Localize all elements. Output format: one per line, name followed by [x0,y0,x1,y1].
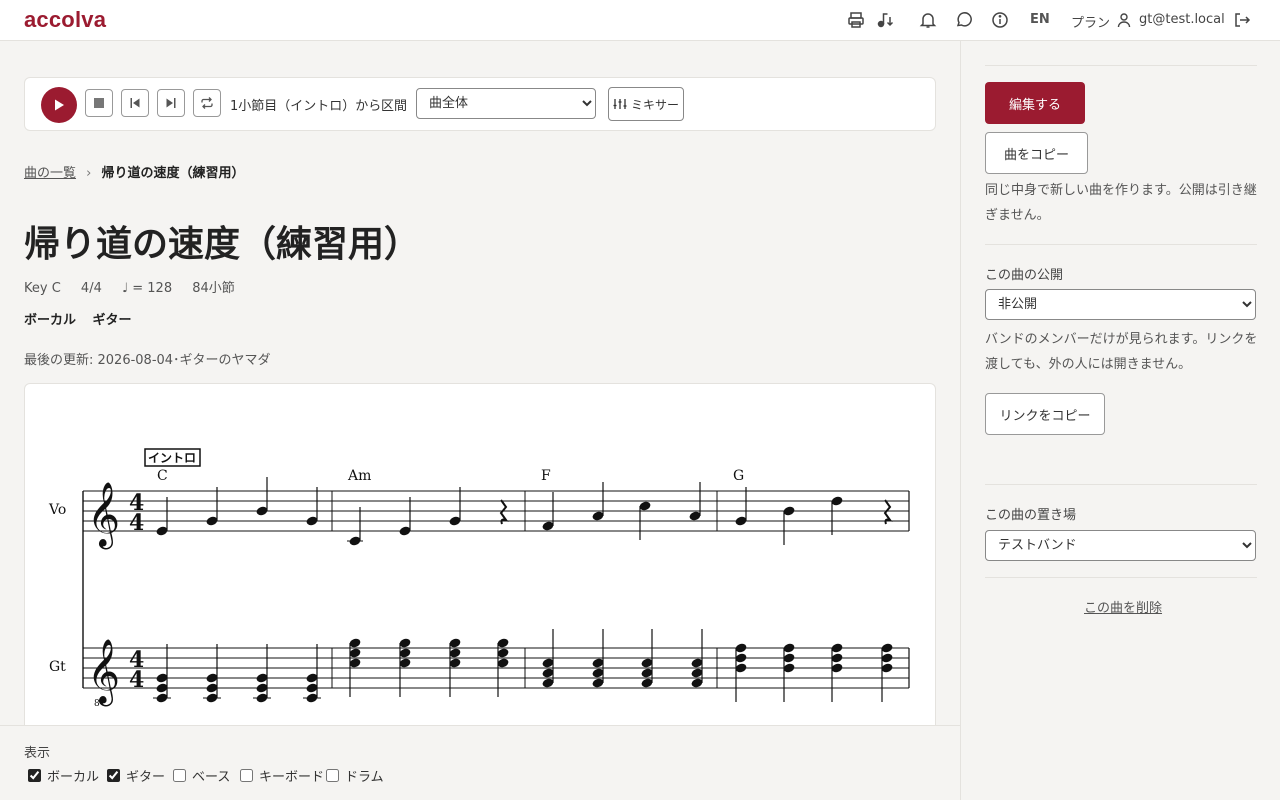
view-options-title: 表示 [24,746,51,761]
repeat-icon [201,97,213,109]
staff-label-guitar: Gt [49,659,66,675]
show-drums-toggle[interactable]: ドラム [326,766,384,785]
publish-select[interactable]: 非公開 [985,289,1256,320]
show-vocal-checkbox[interactable] [28,769,41,782]
user-icon [1116,9,1132,31]
show-vocal-toggle[interactable]: ボーカル [28,766,99,785]
part-item: ギター [92,313,132,328]
transport-bar: 1小節目（イントロ）から 区間 曲全体 ミキサー [24,77,936,131]
song-measures: 84小節 [192,281,235,296]
breadcrumb-separator: › [86,166,92,181]
show-keyboard-checkbox[interactable] [240,769,253,782]
show-bass-checkbox[interactable] [173,769,186,782]
chord-symbol: G [733,468,744,484]
treble-clef: 𝄞 [87,639,120,706]
show-vocal-label: ボーカル [47,770,100,785]
stop-button[interactable] [85,89,113,117]
last-updated: 最後の更新: 2026-08-04･ギターのヤマダ [24,353,271,368]
logo[interactable]: accolva [24,7,106,33]
info-icon[interactable] [989,9,1011,31]
loop-button[interactable] [193,89,221,117]
treble-clef: 𝄞 [87,482,120,549]
show-keyboard-label: キーボード [259,770,325,785]
place-label: この曲の置き場 [985,508,1077,523]
mixer-label: ミキサー [630,97,679,112]
range-select[interactable]: 曲全体 [416,88,596,119]
place-select[interactable]: テストバンド [985,530,1256,561]
logout-icon[interactable] [1231,9,1253,31]
show-guitar-checkbox[interactable] [107,769,120,782]
language-switch[interactable]: EN [1030,12,1050,27]
song-time-signature: 4/4 [80,281,102,296]
view-options-panel: 表示 ボーカル ギター ベース キーボード ドラム [0,725,960,800]
song-key: Key C [24,281,61,296]
print-icon[interactable] [845,9,867,31]
octave-mark: 8 [94,699,100,709]
main-content: 1小節目（イントロ）から 区間 曲全体 ミキサー 曲の一覧 › 帰り道の速度（練… [0,41,960,800]
divider [985,244,1257,245]
divider [985,484,1257,485]
start-position-label: 1小節目（イントロ）から [230,99,382,114]
show-keyboard-toggle[interactable]: キーボード [240,766,324,785]
play-button[interactable] [41,87,77,123]
user-email[interactable]: gt@test.local [1139,12,1225,27]
chord-symbol: C [157,468,168,484]
skip-back-icon [130,98,140,108]
publish-label: この曲の公開 [985,268,1064,283]
bell-icon[interactable] [917,9,939,31]
song-meta: Key C 4/4 ♩ = 128 84小節 [24,277,251,296]
sliders-icon [613,99,627,109]
divider [985,65,1257,66]
divider [985,577,1257,578]
rehearsal-mark: イントロ [148,451,196,465]
tuner-icon[interactable] [875,9,897,31]
song-tempo: ♩ = 128 [121,281,173,296]
breadcrumb: 曲の一覧 › 帰り道の速度（練習用） [24,162,245,181]
part-item: ボーカル [24,313,77,328]
play-icon [55,99,64,111]
score-notation: イントロ C Am F G Vo Gt 𝄞 44𝄞 448 [48,448,910,709]
show-guitar-toggle[interactable]: ギター [107,766,165,785]
plan-link[interactable]: プラン [1071,12,1110,31]
breadcrumb-current: 帰り道の速度（練習用） [101,166,245,181]
chord-symbol: F [541,468,551,484]
quarter-rest [883,499,893,525]
staff-label-vocal: Vo [48,502,66,518]
mixer-button[interactable]: ミキサー [608,87,684,121]
show-bass-label: ベース [192,770,231,785]
edit-button[interactable]: 編集する [985,82,1085,124]
staff-lines: 𝄞 44𝄞 448 [82,482,910,709]
chat-icon[interactable] [953,9,975,31]
show-drums-label: ドラム [345,770,384,785]
breadcrumb-song-list[interactable]: 曲の一覧 [24,166,76,181]
range-label: 区間 [381,99,408,114]
copy-song-button[interactable]: 曲をコピー [985,132,1088,174]
show-drums-checkbox[interactable] [326,769,339,782]
time-signature-bottom: 4 [129,510,144,536]
publish-note: バンドのメンバーだけが見られます。リンクを渡しても、外の人には開きません。 [985,332,1258,372]
score-panel: イントロ C Am F G Vo Gt 𝄞 4 4 𝄞 4 4 8 [24,383,936,743]
stop-icon [94,98,104,108]
page-title: 帰り道の速度（練習用） [24,223,421,265]
delete-song-link[interactable]: この曲を削除 [1084,597,1162,616]
copy-link-button[interactable]: リンクをコピー [985,393,1105,435]
show-guitar-label: ギター [126,770,166,785]
quarter-rest [499,499,509,525]
part-list: ボーカル ギター [24,309,144,328]
skip-forward-icon [166,98,176,108]
chord-symbol: Am [347,468,371,484]
copy-song-note: 同じ中身で新しい曲を作ります。公開は引き継ぎません。 [985,183,1257,223]
time-signature-bottom: 4 [129,667,144,693]
previous-button[interactable] [121,89,149,117]
top-bar: accolva EN プラン gt@test.local [0,0,1280,41]
next-button[interactable] [157,89,185,117]
show-bass-toggle[interactable]: ベース [173,766,230,785]
sidebar: 編集する 曲をコピー 同じ中身で新しい曲を作ります。公開は引き継ぎません。 この… [960,41,1280,800]
